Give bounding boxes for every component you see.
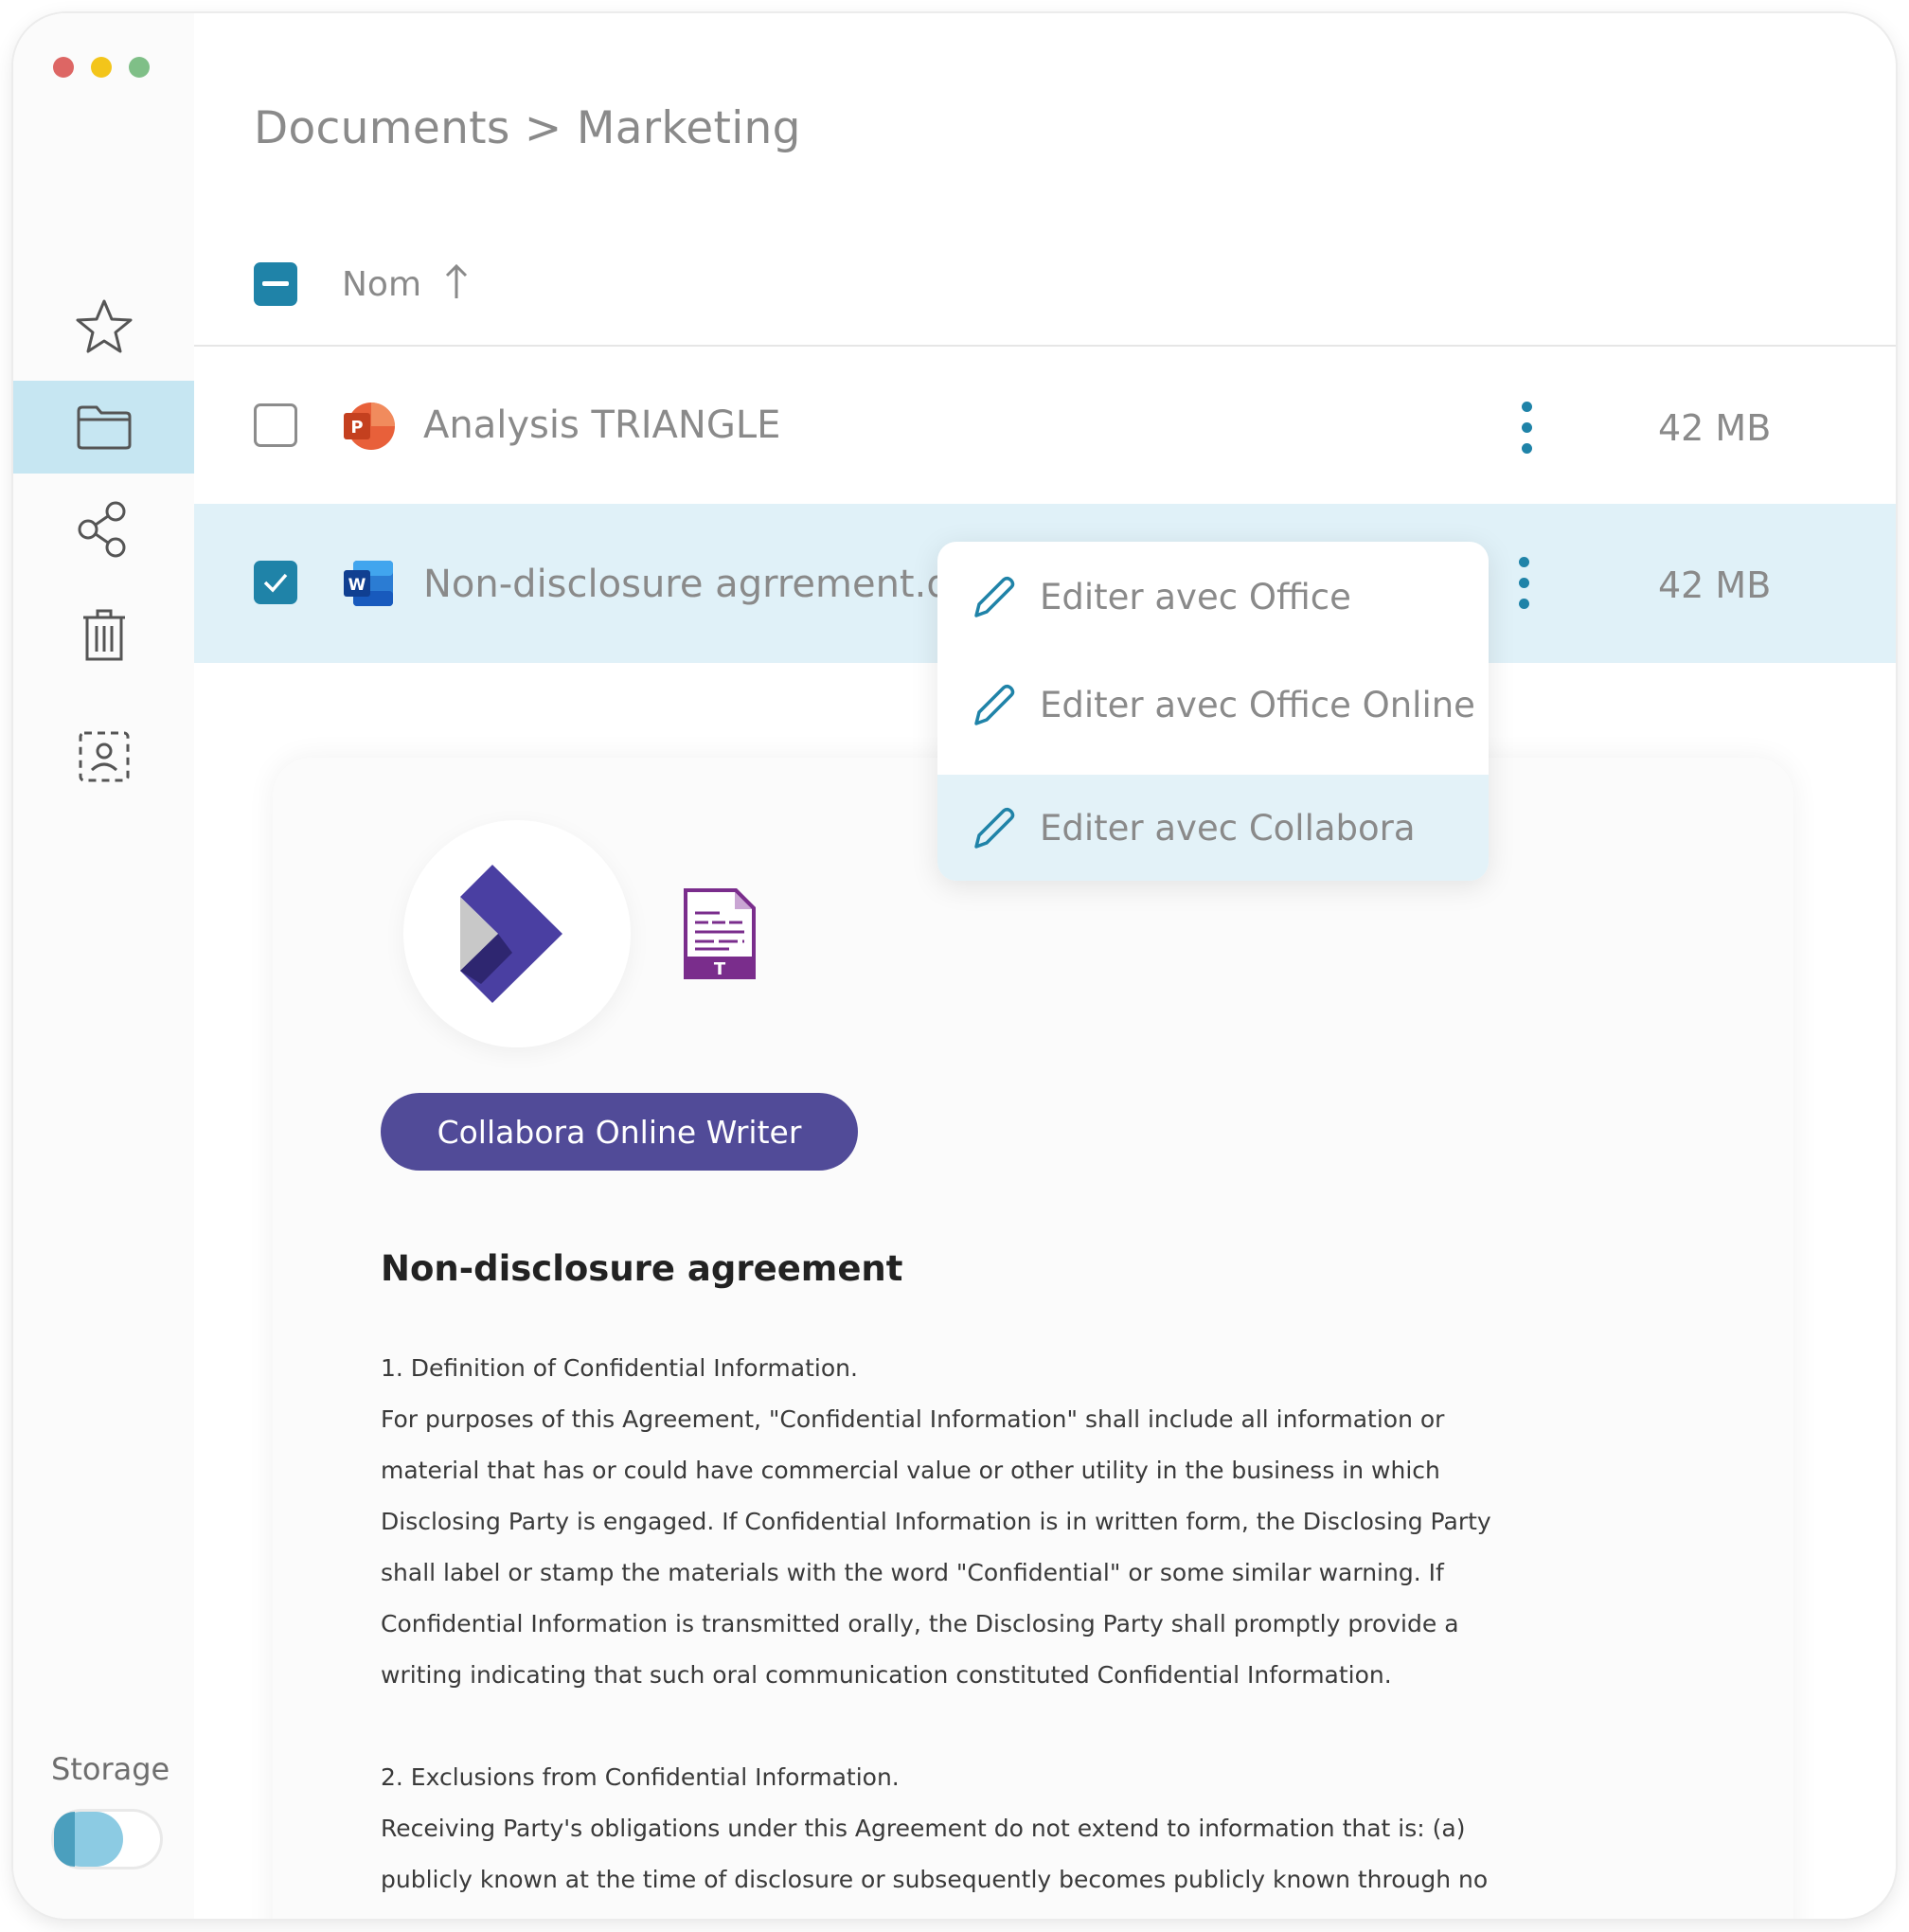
minus-icon (262, 281, 289, 286)
checkmark-icon (263, 573, 288, 593)
menu-item-label: Editer avec Office (1040, 576, 1351, 617)
svg-text:T: T (714, 959, 726, 979)
doc-line: material that has or could have commerci… (381, 1457, 1440, 1484)
star-icon (76, 299, 132, 353)
svg-text:W: W (348, 576, 366, 595)
doc-line: publicly known at the time of disclosure… (381, 1866, 1489, 1893)
trash-icon (82, 609, 125, 661)
file-list-header: Nom (194, 231, 1896, 347)
doc-line: shall label or stamp the materials with … (381, 1559, 1444, 1586)
menu-item-label: Editer avec Collabora (1040, 807, 1416, 849)
document-preview-card: T Collabora Online Writer Non-disclosure… (273, 758, 1793, 1919)
powerpoint-icon: P (344, 402, 395, 450)
menu-item-label: Editer avec Office Online (1040, 684, 1475, 725)
minimize-window-button[interactable] (91, 57, 112, 78)
maximize-window-button[interactable] (129, 57, 150, 78)
sidebar-item-favorites[interactable] (13, 280, 194, 373)
open-collabora-writer-button[interactable]: Collabora Online Writer (381, 1093, 858, 1171)
svg-text:P: P (350, 418, 363, 438)
document-body: 1. Definition of Confidential Informatio… (381, 1343, 1517, 1919)
writer-document-icon: T (684, 888, 756, 979)
contact-icon (79, 731, 129, 782)
pencil-icon (974, 807, 1015, 849)
row-checkbox[interactable] (254, 561, 297, 604)
pencil-icon (974, 684, 1015, 725)
word-icon: W (344, 561, 393, 606)
sidebar-item-shared[interactable] (13, 483, 194, 576)
breadcrumb[interactable]: Documents > Marketing (254, 102, 801, 154)
storage-usage-fill (54, 1812, 123, 1867)
storage-label: Storage (51, 1751, 170, 1787)
doc-line: 1. Definition of Confidential Informatio… (381, 1354, 858, 1382)
sidebar: Storage (13, 13, 194, 1919)
row-checkbox[interactable] (254, 403, 297, 447)
doc-line: writing indicating that such oral commun… (381, 1661, 1392, 1689)
document-title: Non-disclosure agreement (381, 1248, 903, 1289)
file-name[interactable]: Analysis TRIANGLE (423, 403, 780, 447)
doc-line: Receiving Party's obligations under this… (381, 1815, 1466, 1842)
doc-line: For purposes of this Agreement, "Confide… (381, 1405, 1445, 1433)
column-header-name[interactable]: Nom (342, 265, 421, 304)
menu-item-edit-office-online[interactable]: Editer avec Office Online (937, 652, 1489, 758)
collabora-logo-icon (460, 865, 562, 1003)
file-name[interactable]: Non-disclosure agrrement.docx (423, 563, 1017, 606)
close-window-button[interactable] (53, 57, 74, 78)
pencil-icon (974, 576, 1015, 617)
menu-item-edit-office[interactable]: Editer avec Office (937, 544, 1489, 650)
sidebar-item-contacts[interactable] (13, 710, 194, 803)
row-actions-menu-icon[interactable] (1505, 555, 1543, 612)
sidebar-item-documents[interactable] (13, 381, 194, 474)
doc-line: fault of the Receiving Party; (b) discov… (381, 1905, 1517, 1919)
app-window: Storage Documents > Marketing Nom P Anal… (13, 13, 1896, 1919)
doc-line: 2. Exclusions from Confidential Informat… (381, 1763, 900, 1791)
table-row[interactable]: P Analysis TRIANGLE 42 MB (194, 347, 1896, 504)
sidebar-item-trash[interactable] (13, 589, 194, 682)
collabora-logo (403, 820, 631, 1047)
edit-context-menu: Editer avec Office Editer avec Office On… (937, 542, 1489, 881)
sort-ascending-icon[interactable] (444, 263, 469, 301)
row-actions-menu-icon[interactable] (1508, 400, 1545, 456)
file-size: 42 MB (1658, 407, 1772, 449)
select-all-checkbox[interactable] (254, 262, 297, 306)
share-icon (78, 501, 125, 558)
doc-line: Disclosing Party is engaged. If Confiden… (381, 1508, 1491, 1535)
storage-toggle[interactable] (51, 1809, 163, 1869)
file-size: 42 MB (1658, 564, 1772, 606)
folder-icon (77, 405, 131, 450)
doc-line: Confidential Information is transmitted … (381, 1610, 1459, 1637)
menu-item-edit-collabora[interactable]: Editer avec Collabora (937, 775, 1489, 881)
